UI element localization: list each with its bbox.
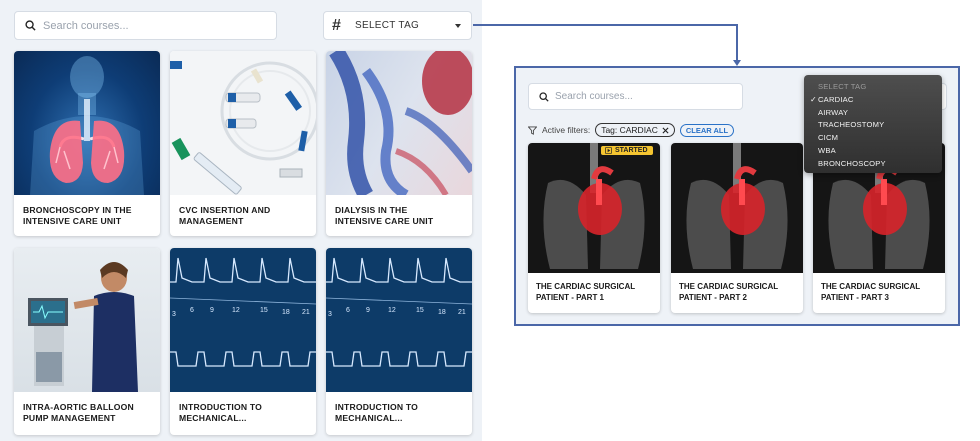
course-thumbnail: 3 6 9 12 15 18 21: [326, 248, 472, 392]
course-title-line: BRONCHOSCOPY IN THE: [23, 205, 132, 215]
course-title-line: PATIENT - PART 3: [821, 292, 889, 302]
tag-select-dropdown[interactable]: # SELECT TAG: [323, 11, 472, 40]
filter-chip-cardiac[interactable]: Tag: CARDIAC: [595, 123, 675, 137]
search-placeholder: Search courses...: [43, 19, 129, 32]
waveform-tick: 15: [416, 307, 424, 314]
course-card-iabp[interactable]: INTRA-AORTIC BALLOON PUMP MANAGEMENT: [14, 248, 160, 435]
course-title-line: INTENSIVE CARE UNIT: [335, 216, 434, 226]
course-card-cvc[interactable]: CVC INSERTION AND MANAGEMENT: [170, 51, 316, 236]
course-thumbnail: [14, 248, 160, 392]
waveform-tick: 18: [282, 309, 290, 316]
course-thumbnail: 3 6 9 12 15 18 21: [170, 248, 316, 392]
course-thumbnail: [170, 51, 316, 195]
course-card-mechanical-ventilation[interactable]: 3 6 9 12 15 18 21 INTRODUCTION TO MECHAN…: [170, 248, 316, 435]
course-thumbnail: [671, 143, 803, 273]
course-title-line: INTRODUCTION TO: [179, 402, 263, 412]
hash-icon: #: [332, 16, 341, 34]
dropdown-option-cicm[interactable]: CICM: [804, 132, 942, 145]
course-library-panel: Search courses... # SELECT TAG BRONCHOSC…: [0, 0, 482, 441]
option-label: BRONCHOSCOPY: [818, 158, 886, 168]
dropdown-option-airway[interactable]: AIRWAY: [804, 107, 942, 120]
course-card-cardiac-part-2[interactable]: THE CARDIAC SURGICAL PATIENT - PART 2: [671, 143, 803, 313]
course-title-line: DIALYSIS IN THE: [335, 205, 408, 215]
check-icon: ✓: [810, 94, 817, 104]
course-title: THE CARDIAC SURGICAL PATIENT - PART 1: [528, 273, 660, 303]
waveform-tick: 9: [366, 307, 370, 314]
filter-icon: [528, 125, 537, 135]
course-title-line: INTENSIVE CARE UNIT: [23, 216, 122, 226]
caret-down-icon: [455, 24, 461, 28]
waveform-tick: 9: [210, 307, 214, 314]
waveform-tick: 12: [232, 307, 240, 314]
search-placeholder: Search courses...: [555, 91, 633, 102]
course-title-line: CVC INSERTION AND: [179, 205, 271, 215]
option-label: CARDIAC: [818, 94, 854, 104]
course-thumbnail: STARTED: [528, 143, 660, 273]
waveform-tick: 3: [328, 311, 332, 318]
course-title-line: PATIENT - PART 2: [679, 292, 747, 302]
course-title-line: THE CARDIAC SURGICAL: [821, 282, 921, 291]
course-title-line: PUMP MANAGEMENT: [23, 413, 116, 423]
option-label: AIRWAY: [818, 107, 849, 117]
option-label: TRACHEOSTOMY: [818, 120, 885, 130]
clear-all-button[interactable]: CLEAR ALL: [679, 123, 735, 137]
course-thumbnail: [14, 51, 160, 195]
active-filters-bar: Active filters: Tag: CARDIAC CLEAR ALL: [528, 123, 735, 137]
waveform-tick: 3: [172, 311, 176, 318]
search-input[interactable]: Search courses...: [14, 11, 277, 40]
course-title-line: THE CARDIAC SURGICAL: [679, 282, 779, 291]
waveform-tick: 21: [458, 309, 466, 316]
waveform-tick: 6: [346, 307, 350, 314]
play-icon: [605, 147, 612, 154]
course-title-line: INTRA-AORTIC BALLOON: [23, 402, 134, 412]
course-title: INTRA-AORTIC BALLOON PUMP MANAGEMENT: [14, 392, 160, 424]
course-title: INTRODUCTION TO MECHANICAL...: [326, 392, 472, 424]
course-title-line: INTRODUCTION TO: [335, 402, 419, 412]
course-title: CVC INSERTION AND MANAGEMENT: [170, 195, 316, 227]
course-card-bronchoscopy[interactable]: BRONCHOSCOPY IN THE INTENSIVE CARE UNIT: [14, 51, 160, 236]
waveform-tick: 15: [260, 307, 268, 314]
tag-select-label: SELECT TAG: [355, 20, 420, 31]
waveform-tick: 21: [302, 309, 310, 316]
callout-connector: [736, 24, 738, 61]
course-title-line: MANAGEMENT: [179, 216, 244, 226]
option-label: WBA: [818, 145, 836, 155]
waveform-tick: 12: [388, 307, 396, 314]
course-thumbnail: [326, 51, 472, 195]
close-icon[interactable]: [662, 126, 669, 134]
course-card-dialysis[interactable]: DIALYSIS IN THE INTENSIVE CARE UNIT: [326, 51, 472, 236]
course-title: INTRODUCTION TO MECHANICAL...: [170, 392, 316, 424]
course-title-line: THE CARDIAC SURGICAL: [536, 282, 636, 291]
course-card-cardiac-part-1[interactable]: STARTED THE CARDIAC SURGICAL PATIENT - P…: [528, 143, 660, 313]
search-icon: [539, 91, 549, 102]
dropdown-option-cardiac[interactable]: ✓ CARDIAC: [804, 94, 942, 107]
dropdown-option-tracheostomy[interactable]: TRACHEOSTOMY: [804, 119, 942, 132]
dropdown-option-bronchoscopy[interactable]: BRONCHOSCOPY: [804, 158, 942, 171]
waveform-tick: 18: [438, 309, 446, 316]
course-title: THE CARDIAC SURGICAL PATIENT - PART 2: [671, 273, 803, 303]
course-title-line: MECHANICAL...: [335, 413, 403, 423]
dropdown-option-wba[interactable]: WBA: [804, 145, 942, 158]
started-badge: STARTED: [601, 146, 653, 155]
search-input[interactable]: Search courses...: [528, 83, 743, 110]
course-title-line: PATIENT - PART 1: [536, 292, 604, 302]
callout-connector: [473, 24, 737, 26]
search-icon: [25, 20, 36, 31]
badge-label: STARTED: [615, 147, 648, 154]
active-filters-label: Active filters:: [542, 125, 591, 135]
course-title: DIALYSIS IN THE INTENSIVE CARE UNIT: [326, 195, 472, 227]
filter-chip-label: Tag: CARDIAC: [601, 125, 658, 135]
tag-dropdown-menu: SELECT TAG ✓ CARDIAC AIRWAY TRACHEOSTOMY …: [804, 75, 942, 173]
course-title: BRONCHOSCOPY IN THE INTENSIVE CARE UNIT: [14, 195, 160, 227]
course-title: THE CARDIAC SURGICAL PATIENT - PART 3: [813, 273, 945, 303]
dropdown-header: SELECT TAG: [818, 82, 867, 91]
filtered-view-callout: Search courses... Active filters: Tag: C…: [514, 66, 960, 326]
course-card-mechanical-ventilation-2[interactable]: 3 6 9 12 15 18 21 INTRODUCTION TO MECHAN…: [326, 248, 472, 435]
option-label: CICM: [818, 133, 839, 143]
course-title-line: MECHANICAL...: [179, 413, 247, 423]
waveform-tick: 6: [190, 307, 194, 314]
